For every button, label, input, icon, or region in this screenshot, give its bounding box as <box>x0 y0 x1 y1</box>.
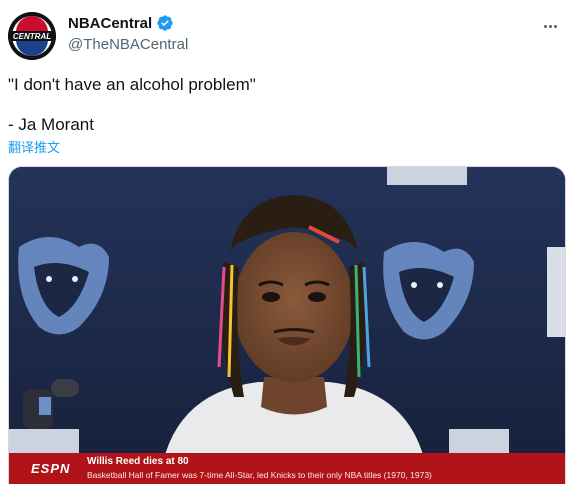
tweet-header: CENTRAL NBACentral @TheNBACentral <box>8 10 566 62</box>
translate-tweet-link[interactable]: 翻译推文 <box>8 137 60 156</box>
display-name[interactable]: NBACentral <box>68 15 152 32</box>
tweet-attribution: - Ja Morant <box>8 115 94 134</box>
avatar[interactable]: CENTRAL <box>8 12 56 60</box>
name-row: NBACentral <box>68 14 174 32</box>
video-frame <box>9 167 565 484</box>
espn-logo: ESPN <box>31 461 71 476</box>
more-options-icon[interactable] <box>538 18 562 34</box>
svg-text:CENTRAL: CENTRAL <box>13 32 51 41</box>
tweet-quote: "I don't have an alcohol problem" <box>8 75 256 94</box>
user-handle[interactable]: @TheNBACentral <box>68 36 188 53</box>
verified-badge-icon <box>157 15 173 31</box>
lower-third-headline: Willis Reed dies at 80 <box>87 456 189 467</box>
nbacentral-logo-icon: CENTRAL <box>8 12 56 60</box>
tweet-media-video[interactable]: ESPN Willis Reed dies at 80 Basketball H… <box>8 166 566 484</box>
espn-lower-third: ESPN Willis Reed dies at 80 Basketball H… <box>9 453 565 484</box>
lower-third-subline: Basketball Hall of Famer was 7-time All-… <box>87 470 432 480</box>
tweet-text: "I don't have an alcohol problem" - Ja M… <box>8 74 548 136</box>
